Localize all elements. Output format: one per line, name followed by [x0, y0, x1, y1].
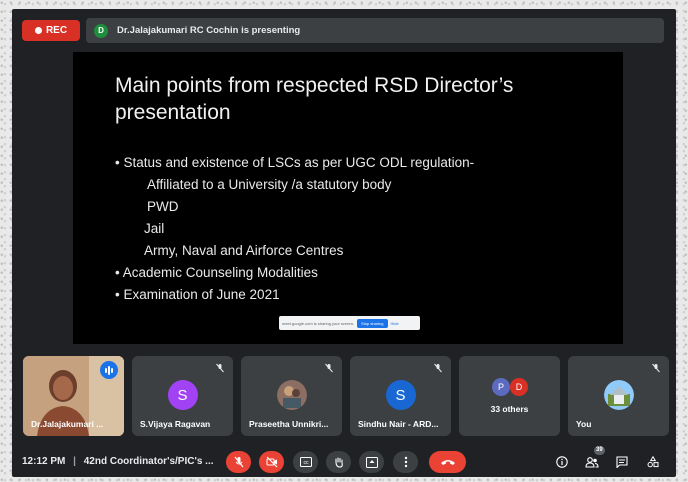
- mic-off-icon: [234, 456, 243, 468]
- info-icon: [556, 456, 568, 468]
- hide-button[interactable]: Hide: [391, 321, 399, 326]
- captions-icon: cc: [299, 457, 312, 467]
- speaking-indicator-icon: [100, 361, 118, 379]
- meeting-title: 42nd Coordinator's/PIC's ...: [83, 456, 214, 467]
- presenting-text: Dr.Jalajakumari RC Cochin is presenting: [117, 25, 301, 36]
- self-tile[interactable]: You: [568, 356, 669, 436]
- present-icon: [365, 456, 378, 468]
- bottom-bar: 12:12 PM | 42nd Coordinator's/PIC's ... …: [12, 446, 676, 477]
- raise-hand-button[interactable]: [326, 451, 351, 473]
- clock-time: 12:12 PM: [22, 456, 66, 467]
- avatar: S: [167, 380, 198, 410]
- avatar: [603, 380, 634, 410]
- more-options-button[interactable]: [393, 451, 418, 473]
- record-dot-icon: [34, 27, 42, 34]
- recording-label: REC: [45, 25, 68, 36]
- participant-count-badge: 39: [594, 446, 605, 455]
- camera-toggle-button[interactable]: [259, 451, 284, 473]
- presenting-banner: D Dr.Jalajakumari RC Cochin is presentin…: [86, 18, 664, 43]
- slide-line: Jail: [144, 221, 165, 236]
- captions-button[interactable]: cc: [293, 451, 318, 473]
- meet-window: REC D Dr.Jalajakumari RC Cochin is prese…: [12, 9, 676, 477]
- avatar: P: [492, 378, 510, 396]
- slide-line: Affiliated to a University /a statutory …: [147, 177, 392, 192]
- leave-call-icon: [440, 460, 455, 465]
- mic-off-icon: [325, 363, 333, 373]
- activities-button[interactable]: [644, 453, 662, 471]
- mic-off-icon: [216, 363, 224, 373]
- chat-button[interactable]: [613, 453, 631, 471]
- avatar: D: [510, 378, 528, 396]
- slide-line: • Examination of June 2021: [115, 287, 280, 302]
- slide-line: • Academic Counseling Modalities: [115, 265, 318, 280]
- svg-text:cc: cc: [303, 460, 309, 466]
- top-bar: REC D Dr.Jalajakumari RC Cochin is prese…: [12, 9, 676, 49]
- avatar: [276, 380, 307, 410]
- activities-icon: [647, 456, 659, 468]
- participant-name: Praseetha Unnikri...: [249, 419, 329, 429]
- share-bar-text: meet.google.com is sharing your screen.: [282, 320, 355, 326]
- others-tile[interactable]: P D 33 others: [459, 356, 560, 436]
- stop-sharing-button[interactable]: Stop sharing: [357, 318, 388, 328]
- slide-title: Main points from respected RSD Director’…: [115, 74, 514, 124]
- participant-tile[interactable]: Praseetha Unnikri...: [241, 356, 342, 436]
- chat-icon: [616, 456, 628, 468]
- present-button[interactable]: [359, 451, 384, 473]
- slide-line: • Status and existence of LSCs as per UG…: [115, 155, 475, 170]
- avatar: S: [385, 380, 416, 410]
- more-options-icon: [404, 456, 407, 468]
- mic-toggle-button[interactable]: [226, 451, 251, 473]
- participant-name: Sindhu Nair - ARD...: [358, 419, 439, 429]
- participant-tile[interactable]: Dr.Jalajakumari ...: [23, 356, 124, 436]
- others-count: 33 others: [490, 404, 529, 414]
- separator: |: [73, 456, 76, 467]
- participant-tile[interactable]: S Sindhu Nair - ARD...: [350, 356, 451, 436]
- shared-screen: Main points from respected RSD Director’…: [73, 52, 623, 344]
- participant-tile[interactable]: S S.Vijaya Ragavan: [132, 356, 233, 436]
- mic-off-icon: [434, 363, 442, 373]
- presenter-avatar: D: [94, 23, 108, 38]
- people-button[interactable]: [583, 453, 601, 471]
- slide-line: Army, Naval and Airforce Centres: [144, 243, 344, 258]
- participant-name: You: [576, 419, 592, 429]
- raise-hand-icon: [334, 457, 343, 468]
- leave-call-button[interactable]: [429, 451, 466, 473]
- screen-share-bar: meet.google.com is sharing your screen. …: [279, 316, 420, 330]
- meeting-info: 12:12 PM | 42nd Coordinator's/PIC's ...: [22, 456, 214, 467]
- slide-line: PWD: [147, 199, 179, 214]
- people-icon: [585, 457, 599, 468]
- camera-off-icon: [266, 456, 277, 468]
- participant-name: S.Vijaya Ragavan: [140, 419, 211, 429]
- recording-badge: REC: [22, 20, 80, 41]
- mic-off-icon: [652, 363, 660, 373]
- participant-name: Dr.Jalajakumari ...: [31, 419, 104, 429]
- meeting-details-button[interactable]: [553, 453, 571, 471]
